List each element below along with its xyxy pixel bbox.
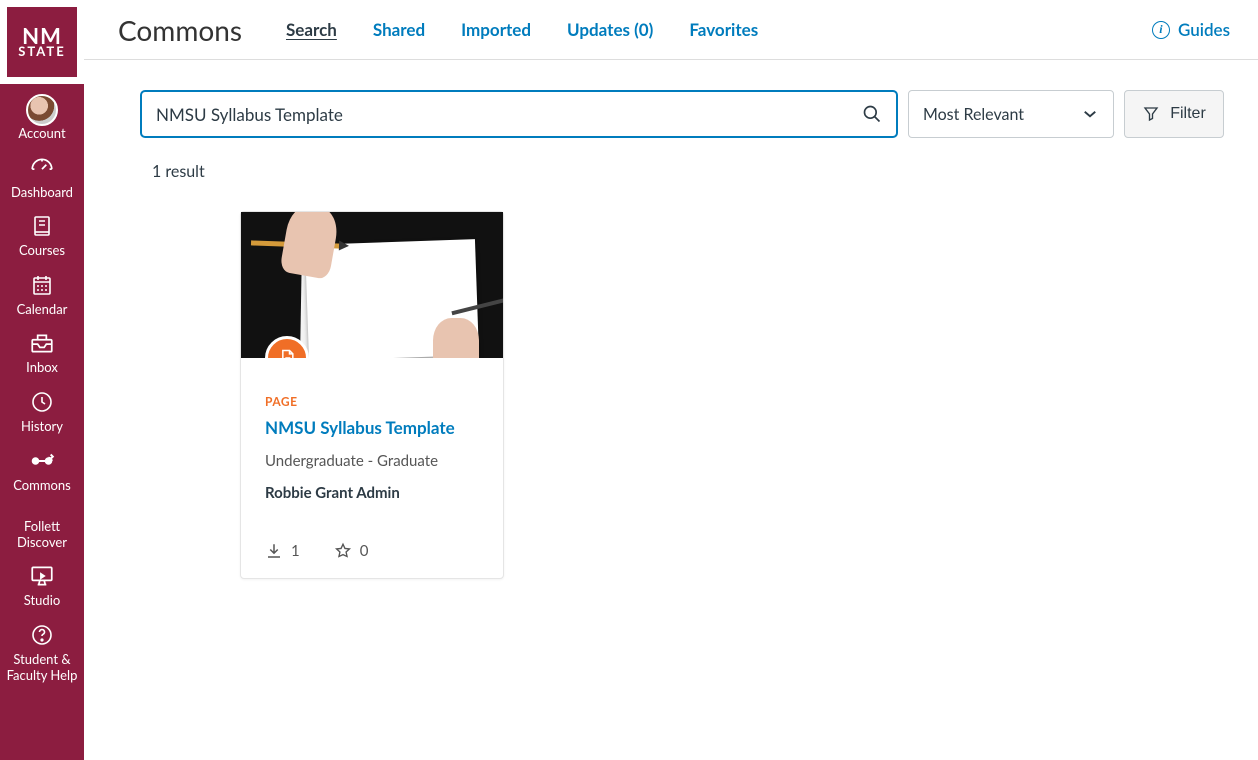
sort-selected-label: Most Relevant [923, 105, 1024, 124]
filter-button[interactable]: Filter [1124, 90, 1224, 138]
search-submit-button[interactable] [862, 104, 882, 124]
card-level: Undergraduate - Graduate [265, 452, 479, 470]
tab-imported[interactable]: Imported [461, 19, 531, 40]
nav-commons[interactable]: Commons [0, 441, 84, 500]
nav-label: Account [18, 126, 65, 142]
logo-text-bottom: STATE [18, 45, 65, 58]
gauge-icon [28, 154, 56, 182]
screen-icon [28, 562, 56, 590]
download-icon [265, 542, 283, 560]
guides-link[interactable]: i Guides [1152, 19, 1230, 40]
filter-icon [1142, 105, 1160, 123]
favorites-count: 0 [360, 542, 369, 560]
guides-label: Guides [1178, 19, 1230, 40]
card-type-label: PAGE [265, 394, 479, 409]
nav-dashboard[interactable]: Dashboard [0, 148, 84, 207]
clock-icon [28, 388, 56, 416]
nav-courses[interactable]: Courses [0, 206, 84, 265]
sort-select[interactable]: Most Relevant [908, 90, 1114, 138]
card-stats: 1 0 [265, 542, 479, 560]
filter-label: Filter [1170, 105, 1206, 123]
search-row: Most Relevant Filter [140, 90, 1224, 138]
card-thumbnail [241, 212, 503, 358]
help-icon [28, 621, 56, 649]
nav-label: Inbox [26, 360, 58, 376]
share-icon [28, 447, 56, 475]
tab-updates[interactable]: Updates (0) [567, 19, 653, 40]
star-icon [334, 542, 352, 560]
results-grid: PAGE NMSU Syllabus Template Undergraduat… [140, 211, 1224, 579]
avatar-icon [26, 94, 58, 126]
institution-logo[interactable]: NM STATE [0, 0, 84, 84]
tab-search[interactable]: Search [286, 19, 337, 40]
nav-history[interactable]: History [0, 382, 84, 441]
page-title: Commons [118, 13, 242, 47]
nav-inbox[interactable]: Inbox [0, 323, 84, 382]
nav-help[interactable]: Student & Faculty Help [0, 615, 84, 689]
nav-follett-discover[interactable]: Follett Discover [0, 513, 84, 556]
commons-tabs: Search Shared Imported Updates (0) Favor… [286, 19, 758, 40]
content-area: Most Relevant Filter 1 result [84, 60, 1258, 609]
global-nav: NM STATE Account Dashboard Courses [0, 0, 84, 760]
nav-label: Dashboard [11, 185, 73, 201]
main-region: Commons Search Shared Imported Updates (… [84, 0, 1258, 760]
tab-shared[interactable]: Shared [373, 19, 425, 40]
book-icon [28, 212, 56, 240]
card-body: PAGE NMSU Syllabus Template Undergraduat… [241, 358, 503, 578]
nav-calendar[interactable]: Calendar [0, 265, 84, 324]
card-author: Robbie Grant Admin [265, 484, 479, 502]
nav-label: Commons [13, 478, 71, 494]
inbox-icon [28, 329, 56, 357]
chevron-down-icon [1081, 105, 1099, 123]
nav-label: Follett Discover [2, 519, 82, 550]
tab-favorites[interactable]: Favorites [689, 19, 758, 40]
nav-label: Student & Faculty Help [2, 652, 82, 683]
downloads-count: 1 [291, 542, 300, 560]
nav-label: Courses [19, 243, 65, 259]
favorites-stat: 0 [334, 542, 369, 560]
search-input[interactable] [156, 104, 862, 125]
result-card[interactable]: PAGE NMSU Syllabus Template Undergraduat… [240, 211, 504, 579]
info-icon: i [1152, 21, 1170, 39]
result-count: 1 result [152, 162, 1224, 181]
nav-studio[interactable]: Studio [0, 556, 84, 615]
nav-label: Studio [24, 593, 60, 609]
commons-topbar: Commons Search Shared Imported Updates (… [84, 0, 1258, 60]
calendar-icon [28, 271, 56, 299]
nav-account[interactable]: Account [0, 84, 84, 148]
nav-label: Calendar [17, 302, 68, 318]
nav-label: History [21, 419, 63, 435]
search-icon [862, 104, 882, 124]
search-field-wrap [140, 90, 898, 138]
card-title-link[interactable]: NMSU Syllabus Template [265, 417, 479, 438]
downloads-stat: 1 [265, 542, 300, 560]
